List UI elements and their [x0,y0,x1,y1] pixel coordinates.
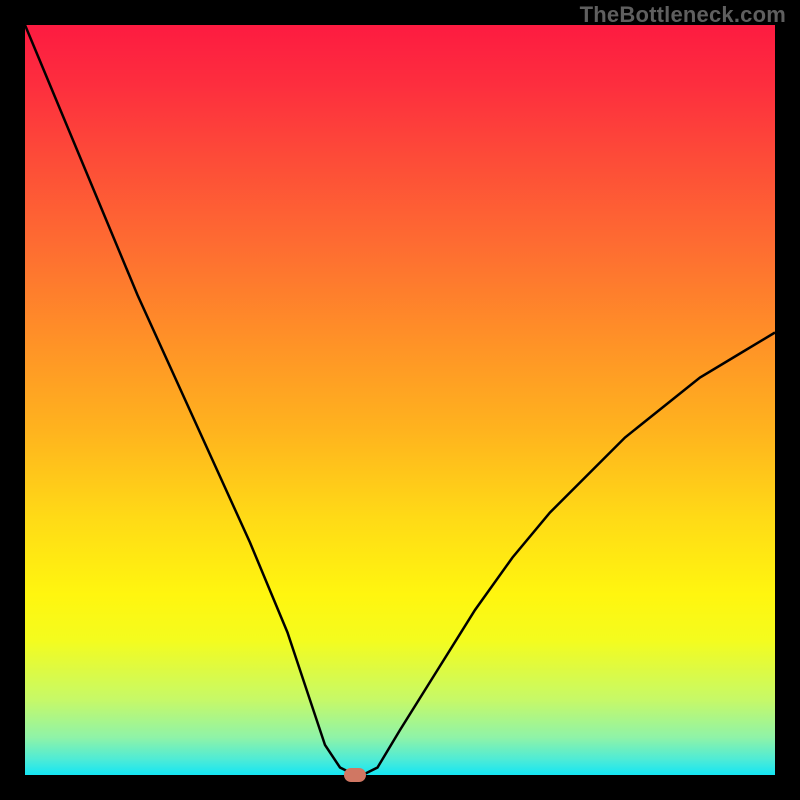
curve-path [25,25,775,775]
watermark-text: TheBottleneck.com [580,2,786,28]
plot-area [25,25,775,775]
bottleneck-curve [25,25,775,775]
chart-stage: TheBottleneck.com [0,0,800,800]
optimal-point-marker [344,768,366,782]
